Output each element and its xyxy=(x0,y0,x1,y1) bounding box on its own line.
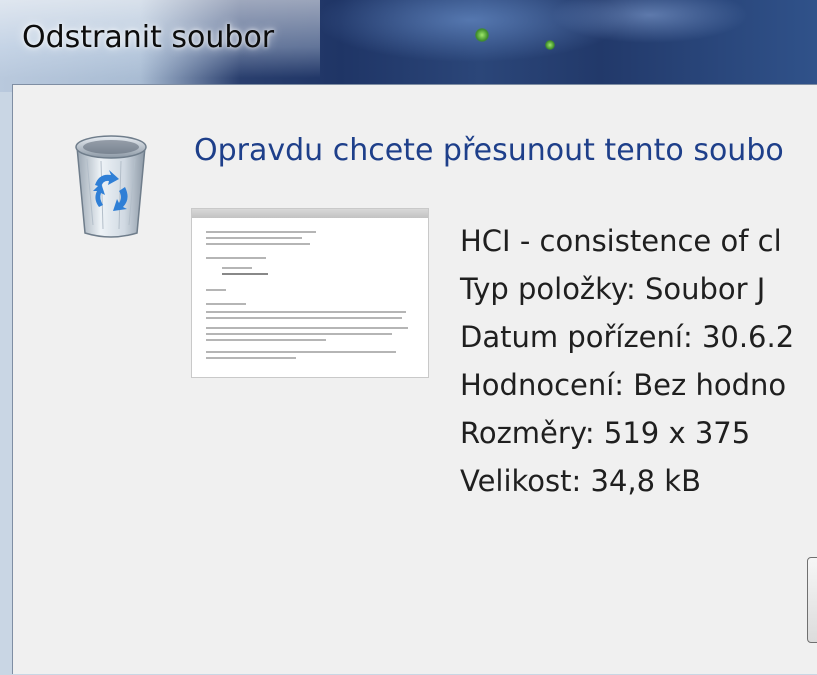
thumbnail-line xyxy=(206,311,406,313)
thumbnail-line xyxy=(222,267,252,269)
thumbnail-line xyxy=(206,317,402,319)
dialog-body: Opravdu chcete přesunout tento soubo HCI… xyxy=(12,84,817,674)
background-decoration xyxy=(545,40,555,50)
file-dimensions: Rozměry: 519 x 375 xyxy=(460,416,751,450)
thumbnail-line xyxy=(206,237,302,239)
document-thumbnail xyxy=(191,208,429,378)
file-name: HCI - consistence of cl xyxy=(460,224,782,258)
thumbnail-line xyxy=(206,339,326,341)
thumbnail-line xyxy=(206,231,316,233)
thumbnail-window-bar xyxy=(192,209,428,218)
thumbnail-line xyxy=(206,289,226,291)
thumbnail-line xyxy=(206,351,396,353)
thumbnail-line xyxy=(206,333,392,335)
thumbnail-line xyxy=(206,303,246,305)
file-type: Typ položky: Soubor J xyxy=(460,272,766,306)
file-details: HCI - consistence of cl Typ položky: Sou… xyxy=(460,217,794,505)
file-size: Velikost: 34,8 kB xyxy=(460,464,701,498)
thumbnail-line xyxy=(206,257,266,259)
dialog-content: Opravdu chcete přesunout tento soubo HCI… xyxy=(13,85,817,675)
background-decoration xyxy=(475,28,489,42)
file-date: Datum pořízení: 30.6.2 xyxy=(460,320,795,354)
window-title: Odstranit soubor xyxy=(22,20,275,55)
confirmation-question: Opravdu chcete přesunout tento soubo xyxy=(194,133,784,168)
confirm-button[interactable] xyxy=(807,557,817,643)
thumbnail-line xyxy=(206,357,296,359)
recycle-bin-icon xyxy=(75,135,147,238)
thumbnail-line xyxy=(206,327,408,329)
thumbnail-line xyxy=(206,243,310,245)
title-bar[interactable]: Odstranit soubor xyxy=(0,0,817,92)
thumbnail-line xyxy=(222,273,268,275)
file-rating: Hodnocení: Bez hodno xyxy=(460,368,787,402)
